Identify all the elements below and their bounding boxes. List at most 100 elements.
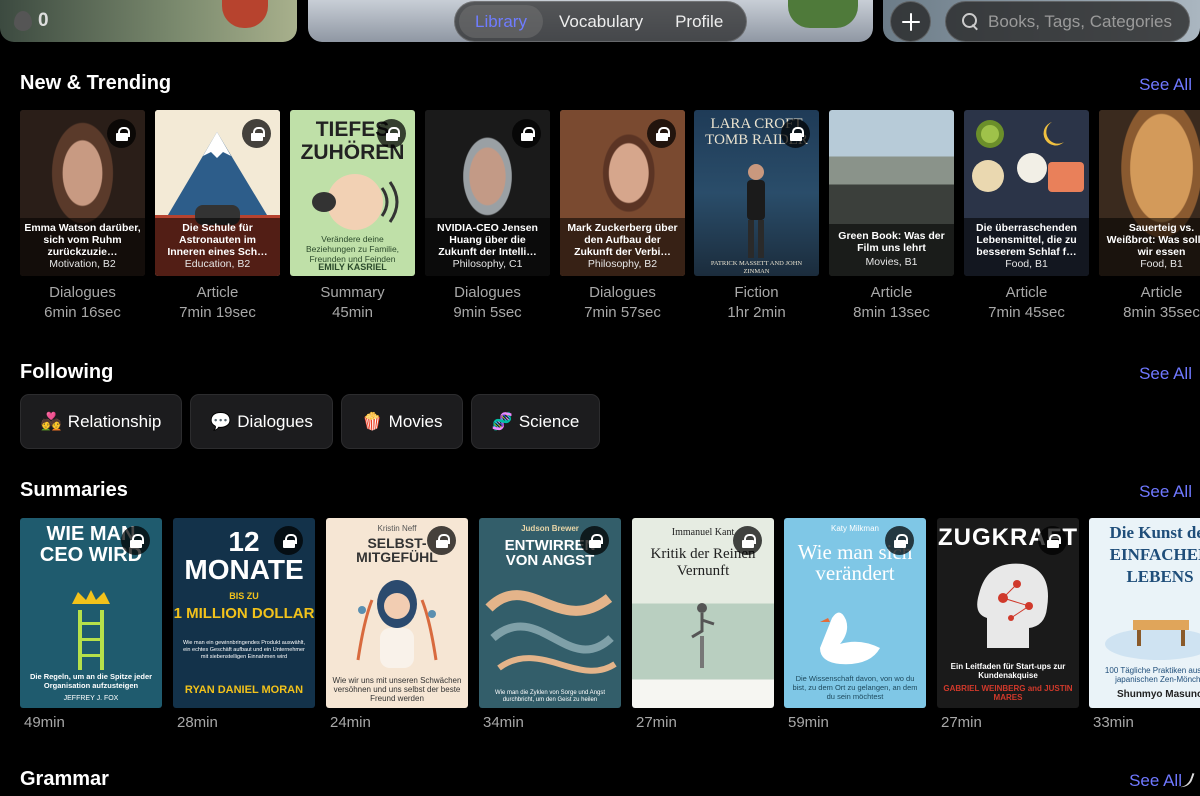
streak-count: 0 — [38, 10, 49, 31]
figure-illustration — [747, 164, 765, 258]
tab-vocabulary[interactable]: Vocabulary — [543, 5, 659, 38]
content-type: Dialogues — [454, 284, 521, 301]
card-meta: Article 8min 13sec — [829, 283, 954, 323]
card-subtitle: Education, B2 — [184, 258, 251, 270]
card-title: Die Schule für Astronauten im Inneren ei… — [167, 222, 268, 258]
add-button[interactable] — [890, 1, 931, 42]
main-tab-bar: Library Vocabulary Profile — [454, 1, 747, 42]
card-overlay: NVIDIA-CEO Jensen Huang über die Zukunft… — [425, 218, 550, 276]
cover-author: Shunmyo Masuno — [1116, 689, 1200, 700]
content-duration: 7min 19sec — [179, 304, 256, 321]
flame-icon — [14, 11, 32, 31]
cover-author: EMILY KASRIEL — [318, 262, 387, 272]
lock-icon — [781, 119, 810, 148]
lock-icon — [733, 526, 762, 555]
cover-author: PATRICK MASSETT AND JOHN ZINMAN — [710, 260, 803, 275]
cover-subtitle: Die Regeln, um an die Spitze jeder Organ… — [29, 672, 153, 690]
trending-card[interactable]: Emma Watson darüber, sich vom Ruhm zurüc… — [20, 110, 145, 276]
card-meta: Article 7min 45sec — [964, 283, 1089, 323]
crown-ladder-illustration — [72, 590, 110, 670]
card-overlay: Mark Zuckerberg über den Aufbau der Zuku… — [560, 218, 685, 276]
card-title: Mark Zuckerberg über den Aufbau der Zuku… — [567, 222, 678, 258]
lock-icon — [512, 119, 541, 148]
lock-icon — [121, 526, 150, 555]
lock-icon — [274, 526, 303, 555]
trending-card[interactable]: Green Book: Was der Film uns lehrt Movie… — [829, 110, 954, 276]
lock-icon — [647, 119, 676, 148]
book-duration: 27min — [636, 714, 677, 731]
tab-profile[interactable]: Profile — [659, 5, 739, 38]
cover-title-2: 1 MILLION DOLLAR — [173, 605, 315, 622]
content-type: Article — [196, 284, 239, 301]
see-all-following[interactable]: See All — [1139, 364, 1192, 384]
lock-icon — [885, 526, 914, 555]
content-duration: 6min 16sec — [44, 304, 121, 321]
trending-book-card[interactable]: LARA CROFT TOMB RAIDER PATRICK MASSETT A… — [694, 110, 819, 276]
trending-card[interactable]: Die überraschenden Lebensmittel, die zu … — [964, 110, 1089, 276]
trending-card[interactable]: Die Schule für Astronauten im Inneren ei… — [155, 110, 280, 276]
see-all-trending[interactable]: See All — [1139, 75, 1192, 95]
trending-book-card[interactable]: TIEFES ZUHÖREN Verändere deine Beziehung… — [290, 110, 415, 276]
card-overlay: Emma Watson darüber, sich vom Ruhm zurüc… — [20, 218, 145, 276]
couple-icon: 💑 — [40, 411, 62, 431]
cover-author: JEFFREY J. FOX — [63, 695, 119, 702]
lock-icon — [377, 119, 406, 148]
lock-icon — [580, 526, 609, 555]
see-all-summaries[interactable]: See All — [1139, 482, 1192, 502]
card-overlay: Die Schule für Astronauten im Inneren ei… — [155, 218, 280, 276]
summary-book[interactable]: 12 MONATE BIS ZU 1 MILLION DOLLAR Wie ma… — [173, 518, 315, 708]
card-title: NVIDIA-CEO Jensen Huang über die Zukunft… — [437, 222, 538, 258]
summary-book[interactable]: Die Kunst des EINFACHEN LEBENS 100 Tägli… — [1089, 518, 1200, 708]
lock-icon — [1038, 526, 1067, 555]
card-subtitle: Movies, B1 — [865, 256, 918, 268]
content-type: Article — [1005, 284, 1048, 301]
app-root: 0 Library Vocabulary Profile New & Trend… — [0, 0, 1200, 796]
lock-icon — [242, 119, 271, 148]
tab-library[interactable]: Library — [459, 5, 543, 38]
card-title: Emma Watson darüber, sich vom Ruhm zurüc… — [24, 222, 141, 258]
card-title: Sauerteig vs. Weißbrot: Was sollten wir … — [1106, 222, 1200, 258]
summary-book[interactable]: ZUGKRAFT Ein Leitfaden für Start-ups zur… — [937, 518, 1079, 708]
following-chip-dialogues[interactable]: 💬 Dialogues — [190, 394, 333, 449]
book-duration: 28min — [177, 714, 218, 731]
streak-counter[interactable]: 0 — [14, 10, 49, 32]
search-bar[interactable] — [945, 1, 1190, 42]
lock-icon — [427, 526, 456, 555]
swan-illustration — [820, 612, 880, 665]
cover-subtitle: Wie man ein gewinnbringendes Produkt aus… — [183, 640, 305, 660]
card-overlay: Sauerteig vs. Weißbrot: Was sollten wir … — [1099, 218, 1200, 276]
card-subtitle: Philosophy, B2 — [587, 258, 658, 270]
card-title: Die überraschenden Lebensmittel, die zu … — [976, 222, 1077, 258]
card-subtitle: Philosophy, C1 — [452, 258, 523, 270]
listening-head-illustration — [312, 174, 399, 230]
search-input[interactable] — [988, 11, 1178, 32]
following-chip-movies[interactable]: 🍿 Movies — [341, 394, 463, 449]
content-duration: 7min 57sec — [584, 304, 661, 321]
content-duration: 8min 35sec — [1123, 304, 1200, 321]
featured-figure — [788, 0, 858, 28]
summary-book[interactable]: WIE MAN CEO WIRD Die Regeln, um an die S… — [20, 518, 162, 708]
summary-book[interactable]: Immanuel Kant Kritik der Reinen Vernunft — [632, 518, 774, 708]
summary-book[interactable]: Kristin Neff SELBST-MITGEFÜHL Wie wir un… — [326, 518, 468, 708]
summary-book[interactable]: Judson Brewer ENTWIRREN VON ANGST Wie ma… — [479, 518, 621, 708]
plus-icon — [901, 12, 920, 31]
following-chip-relationship[interactable]: 💑 Relationship — [20, 394, 182, 449]
head-network-illustration — [977, 563, 1048, 648]
card-meta: Fiction 1hr 2min — [694, 283, 819, 323]
trending-card[interactable]: Mark Zuckerberg über den Aufbau der Zuku… — [560, 110, 685, 276]
following-chip-science[interactable]: 🧬 Science — [471, 394, 600, 449]
content-type: Summary — [320, 284, 385, 301]
featured-card-1[interactable]: 0 — [0, 0, 297, 42]
thinker-illustration — [691, 603, 715, 668]
summary-book[interactable]: Katy Milkman Wie man sich verändert Die … — [784, 518, 926, 708]
content-duration: 45min — [332, 304, 373, 321]
trending-card[interactable]: Sauerteig vs. Weißbrot: Was sollten wir … — [1099, 110, 1200, 276]
cover-subtitle: 100 Tägliche Praktiken aus der japanisch… — [1104, 666, 1200, 684]
cover-author: RYAN DANIEL MORAN — [184, 684, 304, 696]
content-type: Article — [1140, 284, 1183, 301]
card-overlay: Die überraschenden Lebensmittel, die zu … — [964, 218, 1089, 276]
lock-icon — [107, 119, 136, 148]
cover-subtitle: Wie man die Zyklen von Sorge und Angst d… — [494, 690, 606, 703]
card-title: Green Book: Was der Film uns lehrt — [838, 230, 945, 254]
trending-card[interactable]: NVIDIA-CEO Jensen Huang über die Zukunft… — [425, 110, 550, 276]
